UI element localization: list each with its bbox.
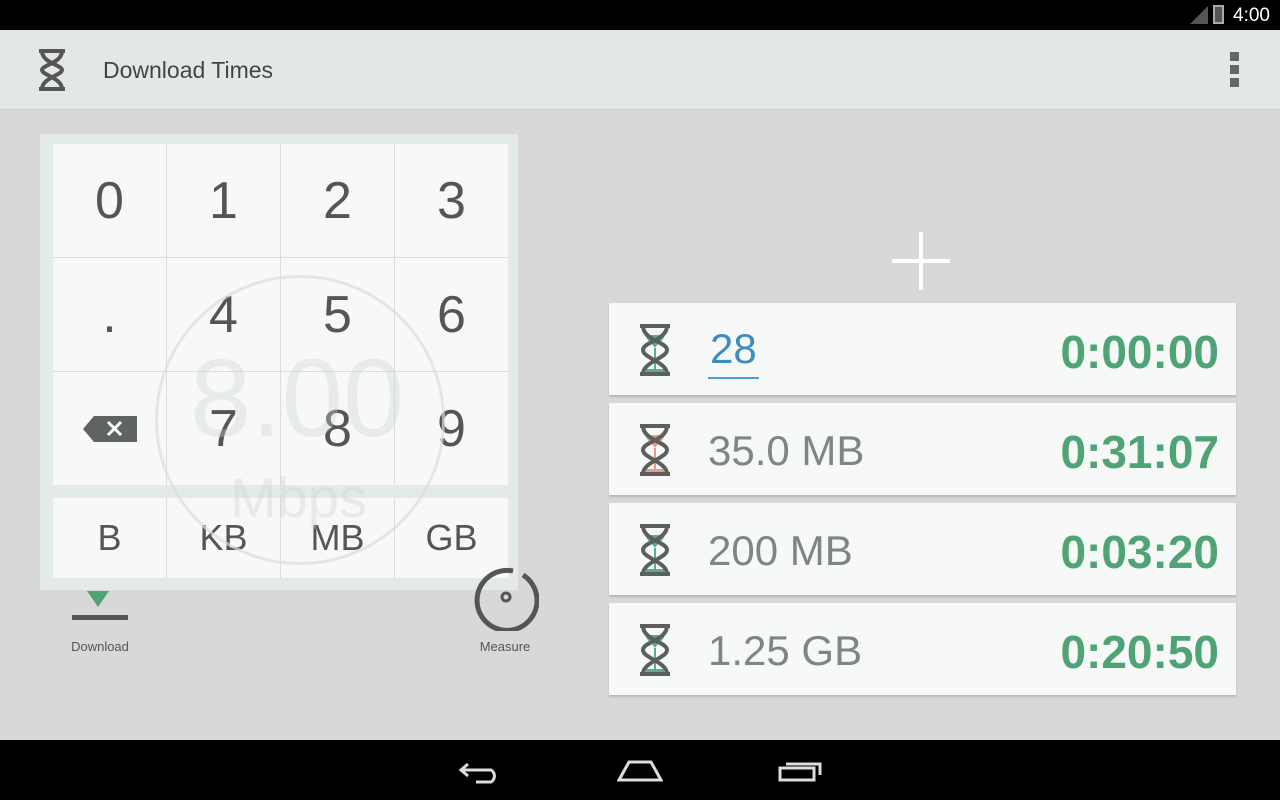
key-6[interactable]: 6 [395,258,508,371]
unit-b[interactable]: B [53,498,166,578]
backspace-icon [82,415,137,442]
download-label: Download [71,639,129,654]
key-5[interactable]: 5 [281,258,394,371]
download-time: 0:00:00 [1060,326,1219,378]
download-entry[interactable]: 1.25 GB 0:20:50 [609,603,1236,695]
download-entry[interactable]: 35.0 MB 0:31:07 [609,403,1236,495]
key-4[interactable]: 4 [167,258,280,371]
size-value: 1.25 GB [708,627,863,674]
overflow-menu-icon[interactable] [1230,52,1240,91]
key-0[interactable]: 0 [53,144,166,257]
key-2[interactable]: 2 [281,144,394,257]
key-8[interactable]: 8 [281,372,394,485]
recent-apps-icon[interactable] [778,758,824,784]
backspace-key[interactable] [53,372,166,485]
home-icon[interactable] [617,758,663,784]
unit-mb[interactable]: MB [281,498,394,578]
size-value: 200 MB [708,527,853,574]
hourglass-icon [640,624,670,676]
hourglass-icon [640,424,670,476]
battery-icon [1213,5,1224,24]
size-input[interactable]: 28 [708,325,759,379]
key-7[interactable]: 7 [167,372,280,485]
download-entry[interactable]: 200 MB 0:03:20 [609,503,1236,595]
key-9[interactable]: 9 [395,372,508,485]
download-icon [72,591,128,620]
download-time: 0:31:07 [1060,426,1219,478]
key-3[interactable]: 3 [395,144,508,257]
unit-kb[interactable]: KB [167,498,280,578]
hourglass-icon [39,49,65,91]
key-1[interactable]: 1 [167,144,280,257]
download-entry[interactable]: 28 0:00:00 [609,303,1236,395]
plus-icon[interactable] [892,232,950,290]
app-title: Download Times [103,57,274,83]
status-time: 4:00 [1233,5,1270,26]
numeric-keypad: 0123.456 789 [53,144,508,485]
signal-icon [1190,6,1208,24]
size-value: 35.0 MB [708,427,865,474]
hourglass-icon [640,324,670,376]
key-decimal[interactable]: . [53,258,166,371]
navigation-bar [0,740,1280,800]
download-time: 0:03:20 [1060,526,1219,578]
app-bar: Download Times [0,30,1280,110]
back-icon[interactable] [458,758,502,784]
measure-label: Measure [479,639,531,654]
hourglass-icon [640,524,670,576]
unit-selector: B KB MB GB [53,498,508,578]
download-time: 0:20:50 [1060,626,1219,678]
gauge-icon [474,567,539,631]
status-bar: 4:00 [0,0,1280,30]
